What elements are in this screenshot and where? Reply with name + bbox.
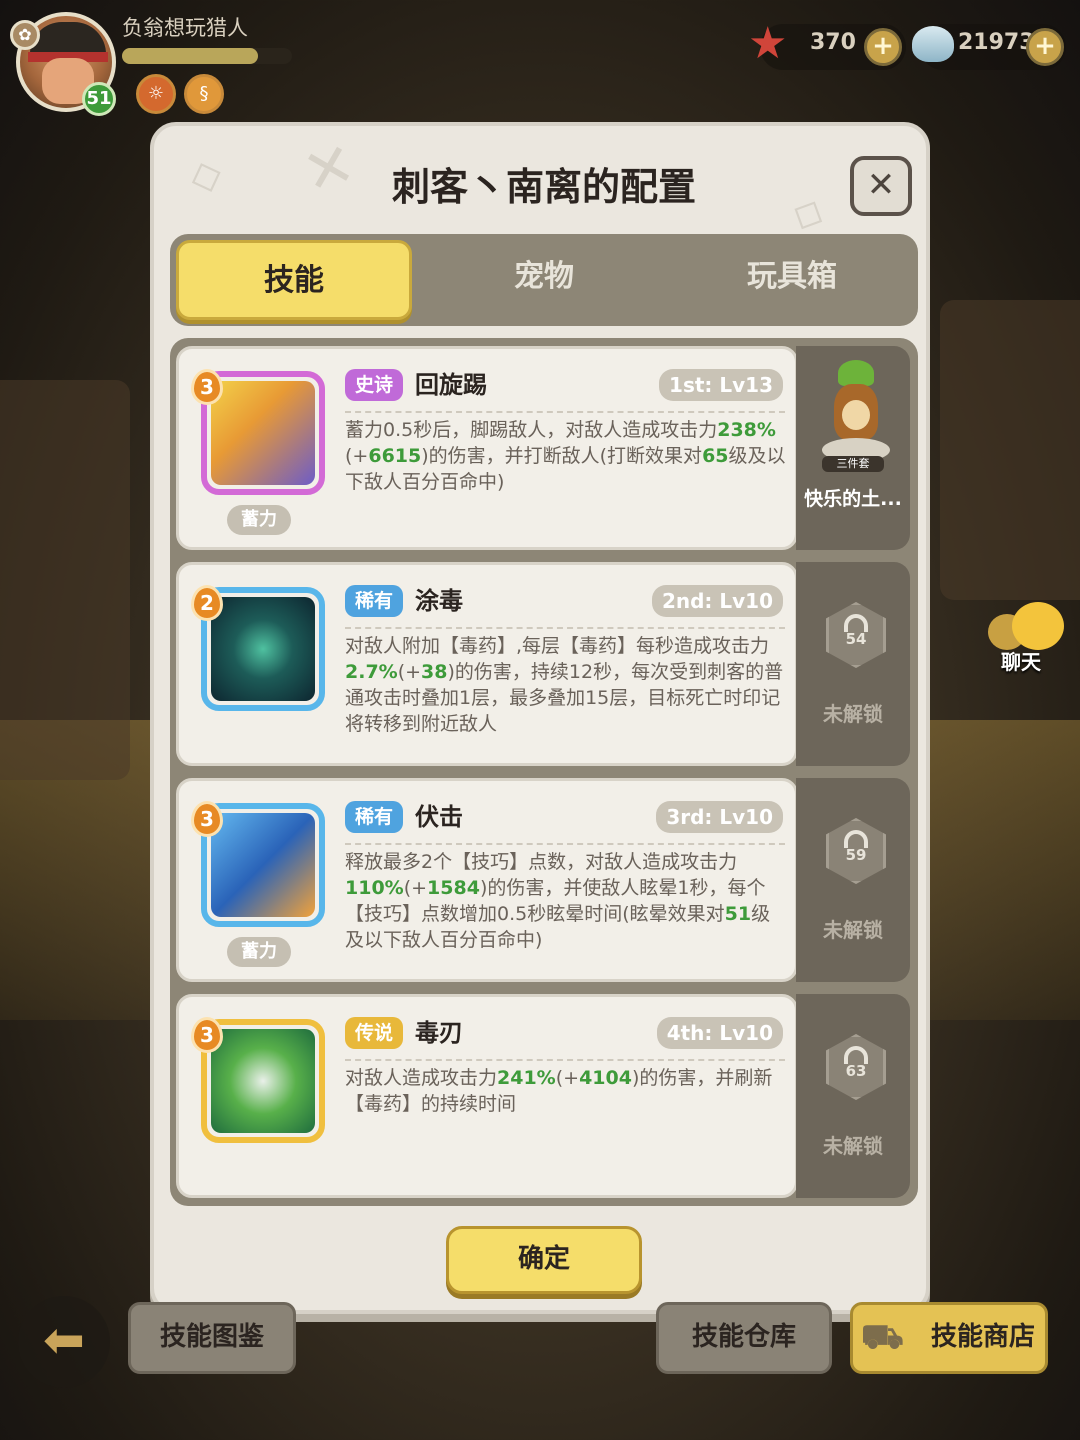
paw-icon: ✿ xyxy=(10,20,40,50)
locked-label: 未解锁 xyxy=(823,918,883,942)
skill-description: 释放最多2个【技巧】点数，对敌人造成攻击力110%(+1584)的伤害，并使敌人… xyxy=(345,849,789,953)
skill-text: 对敌人附加【毒药】,每层【毒药】每秒造成攻击力 xyxy=(345,635,770,657)
add-shell-button[interactable]: + xyxy=(1026,28,1064,66)
skill-text: (+ xyxy=(555,1067,580,1089)
tab-bar: 技能 宠物 玩具箱 xyxy=(170,234,918,326)
locked-slot: 63 未解锁 xyxy=(796,994,910,1198)
unlock-level: 54 xyxy=(845,630,867,648)
chat-label: 聊天 xyxy=(1001,650,1041,674)
player-level-badge: 51 xyxy=(82,82,116,116)
tab-toybox[interactable]: 玩具箱 xyxy=(668,234,916,326)
skill-star-badge: 3 xyxy=(191,369,223,405)
charge-tag: 蓄力 xyxy=(227,505,291,535)
tab-pets[interactable]: 宠物 xyxy=(420,234,668,326)
skill-text: )的伤害，并打断敌人(打断效果对 xyxy=(421,445,703,467)
skill-star-badge: 3 xyxy=(191,1017,223,1053)
starfish-icon: ★ xyxy=(748,18,788,69)
background-shelf-left xyxy=(0,380,130,780)
skill-card[interactable]: 3 传说 毒刃 4th: Lv10 对敌人造成攻击力241%(+4104)的伤害，并刷新… xyxy=(176,994,798,1198)
shell-icon xyxy=(912,26,954,62)
skill-text: 对敌人造成攻击力 xyxy=(345,1067,498,1089)
unlock-level: 59 xyxy=(845,846,867,864)
skill-artwork xyxy=(211,597,315,701)
skill-value: 51 xyxy=(724,903,752,925)
skill-value: 4104 xyxy=(579,1067,632,1089)
skill-text: 蓄力0.5秒后，脚踢敌人，对敌人造成攻击力 xyxy=(345,419,718,441)
rarity-badge: 稀有 xyxy=(345,801,404,833)
shop-cart-icon: ⛟ xyxy=(861,1317,904,1357)
skill-artwork xyxy=(211,813,315,917)
chat-button[interactable]: 聊天 xyxy=(984,598,1074,678)
skill-value: 6615 xyxy=(368,445,422,467)
skill-slot-level: 3rd: Lv10 xyxy=(656,801,783,833)
skill-description: 对敌人附加【毒药】,每层【毒药】每秒造成攻击力2.7%(+38)的伤害，持续12… xyxy=(345,633,789,737)
skill-artwork xyxy=(211,1029,315,1133)
skill-description: 对敌人造成攻击力241%(+4104)的伤害，并刷新【毒药】的持续时间 xyxy=(345,1065,789,1117)
skill-value: 38 xyxy=(421,661,448,683)
skill-value: 1584 xyxy=(427,877,480,899)
skill-name: 伏击 xyxy=(415,803,463,831)
skill-catalog-button[interactable]: 技能图鉴 xyxy=(128,1302,296,1374)
skill-storage-button[interactable]: 技能仓库 xyxy=(656,1302,832,1374)
skill-value: 238% xyxy=(717,419,776,441)
skill-shop-button[interactable]: ⛟ 技能商店 xyxy=(850,1302,1048,1374)
xp-bar xyxy=(122,48,292,64)
confirm-button[interactable]: 确定 xyxy=(446,1226,642,1294)
skill-slot-level: 1st: Lv13 xyxy=(659,369,783,401)
background-shelf-right xyxy=(940,300,1080,600)
unlock-level: 63 xyxy=(845,1062,867,1080)
buff-icon-swirl[interactable]: § xyxy=(184,74,224,114)
skill-text: (+ xyxy=(403,877,428,899)
rarity-badge: 传说 xyxy=(345,1017,404,1049)
skill-name: 涂毒 xyxy=(415,587,463,615)
pet-icon xyxy=(816,360,896,470)
buff-icon-crab[interactable]: ☼ xyxy=(136,74,176,114)
starfish-count: 370 xyxy=(810,30,856,55)
skill-list: 3 蓄力 史诗 回旋踢 1st: Lv13 蓄力0.5秒后，脚踢敌人，对敌人造成攻击力23… xyxy=(170,338,918,1206)
locked-label: 未解锁 xyxy=(823,702,883,726)
locked-label: 未解锁 xyxy=(823,1134,883,1158)
back-button[interactable]: ⬅ xyxy=(18,1296,110,1388)
xp-bar-fill xyxy=(122,48,258,64)
divider xyxy=(345,1059,785,1061)
skill-value: 65 xyxy=(702,445,729,467)
locked-slot: 54 未解锁 xyxy=(796,562,910,766)
pet-slot[interactable]: 三件套快乐的土... xyxy=(796,346,910,550)
skill-text: 释放最多2个【技巧】点数，对敌人造成攻击力 xyxy=(345,851,738,873)
set-tag: 三件套 xyxy=(822,456,884,472)
skill-slot-level: 4th: Lv10 xyxy=(656,1017,783,1049)
skill-star-badge: 2 xyxy=(191,585,223,621)
dialog-title: 刺客丶南离的配置 xyxy=(391,165,696,209)
skill-slot-level: 2nd: Lv10 xyxy=(651,585,783,617)
skill-star-badge: 3 xyxy=(191,801,223,837)
pet-name: 快乐的土... xyxy=(804,488,902,510)
skill-card[interactable]: 2 稀有 涂毒 2nd: Lv10 对敌人附加【毒药】,每层【毒药】每秒造成攻击力 2.7… xyxy=(176,562,798,766)
skill-shop-label: 技能商店 xyxy=(931,1322,1036,1352)
skill-value: 241% xyxy=(497,1067,556,1089)
skill-card[interactable]: 3 蓄力 稀有 伏击 3rd: Lv10 释放最多2个【技巧】点数，对敌人造成攻击力 110… xyxy=(176,778,798,982)
rarity-badge: 稀有 xyxy=(345,585,404,617)
player-name: 负翁想玩猎人 xyxy=(122,16,248,40)
divider xyxy=(345,627,785,629)
skill-value: 110% xyxy=(345,877,404,899)
skill-text: (+ xyxy=(345,445,369,467)
skill-text: (+ xyxy=(397,661,422,683)
skill-description: 蓄力0.5秒后，脚踢敌人，对敌人造成攻击力238% (+6615)的伤害，并打断敌… xyxy=(345,417,789,495)
rarity-badge: 史诗 xyxy=(345,369,404,401)
skill-value: 2.7% xyxy=(345,661,398,683)
skill-card[interactable]: 3 蓄力 史诗 回旋踢 1st: Lv13 蓄力0.5秒后，脚踢敌人，对敌人造成攻击力23… xyxy=(176,346,798,550)
charge-tag: 蓄力 xyxy=(227,937,291,967)
tab-skills[interactable]: 技能 xyxy=(176,240,412,320)
chat-face-icon xyxy=(1012,602,1064,650)
skill-name: 毒刃 xyxy=(415,1019,463,1047)
divider xyxy=(345,843,785,845)
skill-artwork xyxy=(211,381,315,485)
locked-slot: 59 未解锁 xyxy=(796,778,910,982)
add-starfish-button[interactable]: + xyxy=(864,28,902,66)
skill-name: 回旋踢 xyxy=(415,371,487,399)
divider xyxy=(345,411,785,413)
loadout-dialog: ◇ ✕ ◇ 刺客丶南离的配置 ✕ 技能 宠物 玩具箱 3 蓄力 史诗 回旋踢 1st: … xyxy=(150,122,930,1314)
close-button[interactable]: ✕ xyxy=(850,156,912,216)
